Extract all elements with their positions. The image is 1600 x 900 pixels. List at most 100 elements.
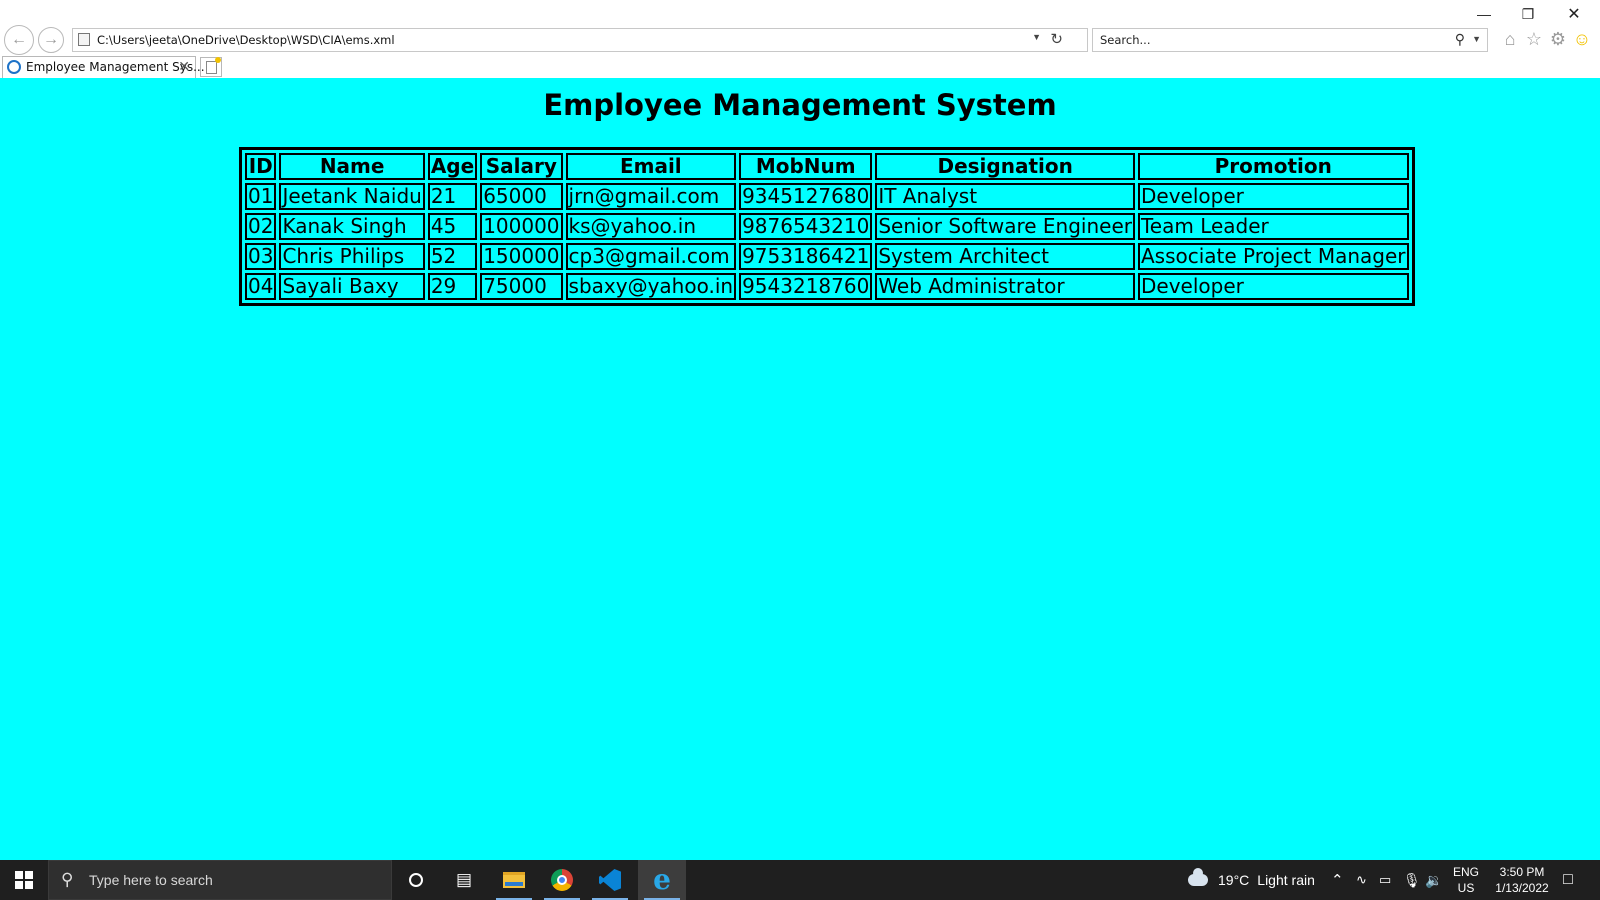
task-view-icon[interactable]: ▤: [440, 860, 488, 900]
new-tab-icon: [205, 56, 221, 74]
battery-icon[interactable]: ▭: [1379, 860, 1391, 900]
tab-employee-management[interactable]: Employee Management Sys... ✕: [2, 56, 205, 78]
weather-temp: 19°C: [1218, 872, 1250, 888]
windows-logo-icon: [15, 871, 33, 889]
language-code: ENG: [1452, 865, 1479, 879]
column-header: Email: [565, 153, 737, 180]
chrome-icon[interactable]: [538, 860, 586, 900]
table-cell: 45: [427, 213, 478, 240]
microphone-icon[interactable]: 🎙: [1403, 860, 1421, 900]
table-cell: IT Analyst: [875, 183, 1135, 210]
table-cell: 9753186421: [739, 243, 873, 270]
forward-arrow-icon: →: [43, 31, 59, 48]
internet-explorer-icon[interactable]: e: [638, 860, 686, 900]
file-explorer-icon[interactable]: [490, 860, 538, 900]
restore-button[interactable]: ❐: [1506, 2, 1550, 26]
table-cell: 03: [245, 243, 277, 270]
minimize-button[interactable]: —: [1462, 2, 1506, 26]
start-button[interactable]: [0, 860, 48, 900]
column-header: MobNum: [739, 153, 873, 180]
table-cell: sbaxy@yahoo.in: [565, 273, 737, 300]
table-cell: 65000: [480, 183, 563, 210]
table-row: 01 Jeetank Naidu 21 65000 jrn@gmail.com …: [245, 183, 1409, 210]
column-header: Promotion: [1137, 153, 1409, 180]
table-cell: Jeetank Naidu: [279, 183, 425, 210]
feedback-smiley-icon[interactable]: ☺: [1571, 28, 1593, 50]
clock-time: 3:50 PM: [1499, 865, 1545, 879]
taskbar-search-box[interactable]: ⚲ Type here to search: [48, 860, 392, 900]
table-cell: ks@yahoo.in: [565, 213, 737, 240]
taskbar-search-placeholder[interactable]: Type here to search: [89, 872, 213, 888]
employee-table: ID Name Age Salary Email MobNum Designat…: [239, 147, 1415, 306]
home-icon[interactable]: ⌂: [1499, 28, 1521, 50]
table-cell: Developer: [1137, 183, 1409, 210]
column-header: Designation: [875, 153, 1135, 180]
show-hidden-icons-chevron-icon[interactable]: ⌃: [1331, 860, 1344, 900]
volume-icon[interactable]: 🔉: [1425, 860, 1442, 900]
search-dropdown-icon[interactable]: ▼: [1472, 34, 1481, 44]
forward-button[interactable]: →: [38, 27, 64, 53]
taskbar: ⚲ Type here to search ▤ e 19°C Light rai…: [0, 860, 1600, 900]
cloud-rain-icon: [1188, 868, 1208, 886]
table-cell: 02: [245, 213, 277, 240]
search-box[interactable]: Search... ⚲ ▼: [1092, 28, 1488, 52]
region-code: US: [1457, 881, 1475, 895]
weather-widget[interactable]: 19°C Light rain: [1188, 860, 1315, 900]
clock-date: 1/13/2022: [1495, 881, 1549, 895]
close-tab-icon[interactable]: ✕: [178, 58, 190, 75]
table-cell: 75000: [480, 273, 563, 300]
network-icon[interactable]: ∿: [1356, 860, 1367, 900]
action-center-icon[interactable]: □: [1556, 860, 1580, 900]
address-bar[interactable]: C:\Users\jeeta\OneDrive\Desktop\WSD\CIA\…: [72, 28, 1088, 52]
table-cell: 21: [427, 183, 478, 210]
table-row: 03 Chris Philips 52 150000 cp3@gmail.com…: [245, 243, 1409, 270]
table-cell: Senior Software Engineer: [875, 213, 1135, 240]
back-button[interactable]: ←: [4, 25, 34, 55]
new-tab-button[interactable]: [200, 56, 222, 77]
search-icon: ⚲: [61, 870, 74, 889]
language-indicator[interactable]: ENG US: [1450, 864, 1482, 896]
column-header: Salary: [480, 153, 563, 180]
table-cell: Chris Philips: [279, 243, 425, 270]
settings-gear-icon[interactable]: ⚙: [1547, 28, 1569, 50]
table-cell: 9543218760: [739, 273, 873, 300]
vscode-icon[interactable]: [586, 860, 634, 900]
table-cell: 04: [245, 273, 277, 300]
table-cell: cp3@gmail.com: [565, 243, 737, 270]
table-cell: 29: [427, 273, 478, 300]
table-cell: 150000: [480, 243, 563, 270]
table-cell: 9876543210: [739, 213, 873, 240]
cortana-icon[interactable]: [392, 860, 440, 900]
favorites-star-icon[interactable]: ☆: [1523, 28, 1545, 50]
table-cell: Kanak Singh: [279, 213, 425, 240]
table-cell: 100000: [480, 213, 563, 240]
table-cell: Web Administrator: [875, 273, 1135, 300]
table-row: 02 Kanak Singh 45 100000 ks@yahoo.in 987…: [245, 213, 1409, 240]
navigation-toolbar: ← → C:\Users\jeeta\OneDrive\Desktop\WSD\…: [0, 24, 1600, 56]
column-header: Name: [279, 153, 425, 180]
page-title: Employee Management System: [543, 88, 1057, 122]
page-icon: [78, 33, 90, 46]
table-row: 04 Sayali Baxy 29 75000 sbaxy@yahoo.in 9…: [245, 273, 1409, 300]
weather-text: Light rain: [1257, 872, 1315, 888]
table-cell: jrn@gmail.com: [565, 183, 737, 210]
address-dropdown-icon[interactable]: ▼: [1032, 32, 1041, 42]
page-content: Employee Management System ID Name Age S…: [0, 78, 1600, 860]
search-icon[interactable]: ⚲: [1455, 31, 1465, 48]
tab-strip: Employee Management Sys... ✕: [0, 56, 1600, 79]
table-cell: 01: [245, 183, 277, 210]
close-window-button[interactable]: ✕: [1552, 2, 1596, 26]
address-url[interactable]: C:\Users\jeeta\OneDrive\Desktop\WSD\CIA\…: [97, 33, 395, 47]
ie-page-icon: [7, 60, 21, 74]
refresh-icon[interactable]: ↻: [1050, 30, 1063, 48]
table-cell: Team Leader: [1137, 213, 1409, 240]
window-titlebar: — ❐ ✕: [0, 0, 1600, 26]
table-header-row: ID Name Age Salary Email MobNum Designat…: [245, 153, 1409, 180]
table-cell: Developer: [1137, 273, 1409, 300]
table-cell: Associate Project Manager: [1137, 243, 1409, 270]
search-placeholder[interactable]: Search...: [1100, 33, 1150, 47]
system-clock[interactable]: 3:50 PM 1/13/2022: [1486, 864, 1558, 896]
table-cell: Sayali Baxy: [279, 273, 425, 300]
column-header: ID: [245, 153, 277, 180]
table-cell: System Architect: [875, 243, 1135, 270]
